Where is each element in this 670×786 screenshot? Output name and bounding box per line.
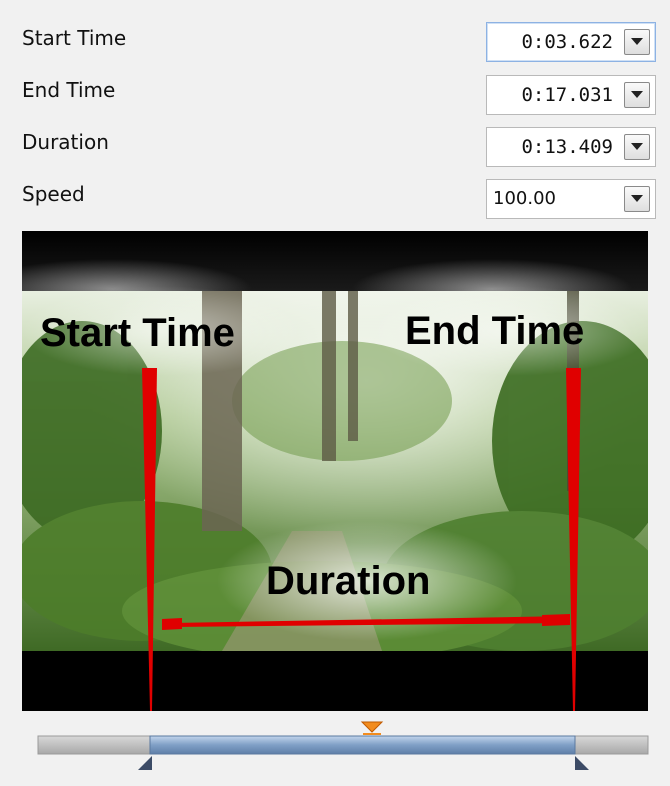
speed-row: Speed 100.00 (0, 172, 670, 222)
speed-field[interactable]: 100.00 (486, 179, 656, 219)
forest-scene-image (22, 231, 648, 711)
end-time-field[interactable]: 0:17.031 (486, 75, 656, 115)
selected-range (149, 735, 576, 755)
start-trim-handle (138, 756, 152, 770)
duration-dropdown-button[interactable] (624, 134, 650, 160)
chevron-down-icon (631, 91, 643, 98)
end-trim-handle (575, 756, 589, 770)
end-time-label: End Time (22, 78, 116, 102)
chevron-down-icon (631, 38, 643, 45)
timeline-track (37, 721, 649, 770)
duration-field[interactable]: 0:13.409 (486, 127, 656, 167)
trim-panel: Start Time 0:03.622 End Time 0:17.031 Du… (0, 0, 670, 782)
chevron-down-icon (631, 143, 643, 150)
duration-value: 0:13.409 (521, 136, 613, 158)
speed-value: 100.00 (493, 188, 556, 209)
end-time-dropdown-button[interactable] (624, 82, 650, 108)
end-time-value: 0:17.031 (521, 84, 613, 106)
duration-label: Duration (22, 130, 109, 154)
speed-label: Speed (22, 182, 85, 206)
start-time-field[interactable]: 0:03.622 (486, 22, 656, 62)
start-time-value: 0:03.622 (521, 31, 613, 53)
chevron-down-icon (631, 195, 643, 202)
orange-triangle-icon (360, 721, 384, 733)
duration-row: Duration 0:13.409 (0, 120, 670, 170)
start-time-dropdown-button[interactable] (624, 29, 650, 55)
start-time-label: Start Time (22, 26, 127, 50)
timeline[interactable] (0, 712, 670, 782)
start-time-row: Start Time 0:03.622 (0, 16, 670, 66)
speed-dropdown-button[interactable] (624, 186, 650, 212)
duration-annotation: Duration (266, 559, 431, 603)
start-time-annotation: Start Time (40, 311, 235, 355)
video-preview: Start Time End Time Duration (22, 231, 648, 711)
end-time-row: End Time 0:17.031 (0, 68, 670, 118)
end-time-annotation: End Time (405, 309, 585, 353)
